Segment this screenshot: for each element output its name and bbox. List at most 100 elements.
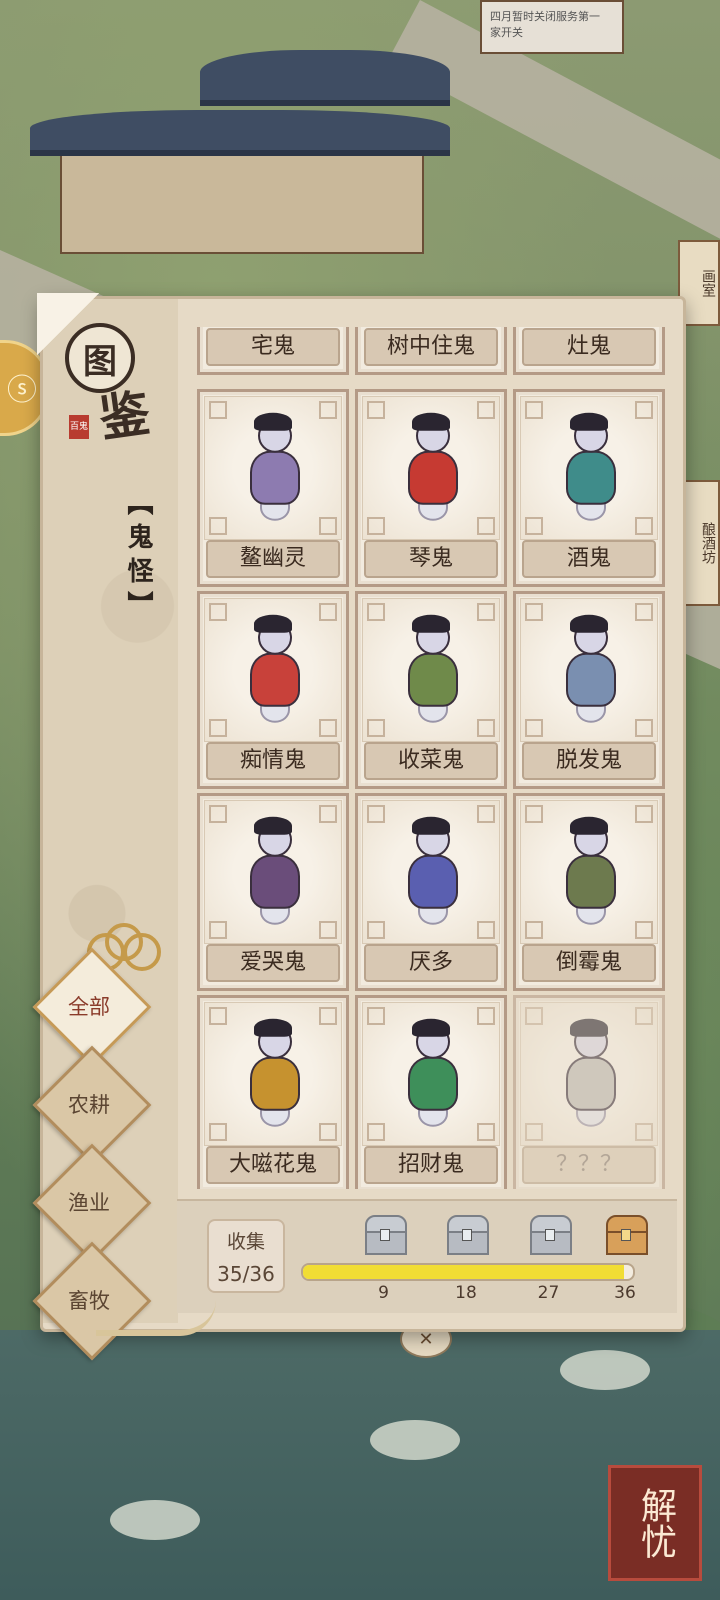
frame-corner xyxy=(635,401,653,419)
frame-corner xyxy=(367,517,385,535)
reed-bush xyxy=(560,1350,650,1390)
card-name: 大嗞花鬼 xyxy=(206,1146,340,1184)
card-name: 鳌幽灵 xyxy=(206,540,340,578)
card-portrait-frame xyxy=(362,1002,500,1146)
gold-chest-icon[interactable] xyxy=(606,1215,648,1255)
sign-house[interactable]: 四月暂时关闭服务第一家开关 xyxy=(440,0,640,60)
filter-tab-label[interactable]: 渔业 xyxy=(24,1187,154,1217)
filter-tab-label[interactable]: 全部 xyxy=(24,991,154,1021)
frame-corner xyxy=(635,1123,653,1141)
frame-corner xyxy=(477,517,495,535)
frame-corner xyxy=(209,401,227,419)
frame-corner xyxy=(635,1007,653,1025)
codex-card[interactable]: 招财鬼 xyxy=(355,995,507,1189)
card-portrait-frame xyxy=(362,800,500,944)
card-name: 厌多 xyxy=(364,944,498,982)
silhouette-icon xyxy=(544,1017,634,1127)
codex-card[interactable]: 痴情鬼 xyxy=(197,591,349,789)
frame-corner xyxy=(525,1123,543,1141)
logo-char-2: 鉴 xyxy=(95,384,154,449)
codex-card[interactable]: 鳌幽灵 xyxy=(197,389,349,587)
card-name: 灶鬼 xyxy=(522,328,656,366)
frame-corner xyxy=(367,805,385,823)
category-title: 【鬼怪】 xyxy=(123,489,153,625)
card-portrait-frame xyxy=(204,598,342,742)
frame-corner xyxy=(477,719,495,737)
card-portrait-frame xyxy=(204,1002,342,1146)
frame-corner xyxy=(319,921,337,939)
frame-corner xyxy=(209,603,227,621)
frame-corner xyxy=(635,517,653,535)
collection-bar: 收集 35/36 9 18 27 36 xyxy=(177,1199,677,1313)
frame-corner xyxy=(319,401,337,419)
locked-codex-card[interactable]: ？？？ xyxy=(513,995,665,1189)
card-portrait-frame xyxy=(204,396,342,540)
codex-card[interactable]: 灶鬼 xyxy=(513,327,665,375)
codex-card[interactable]: 琴鬼 xyxy=(355,389,507,587)
frame-corner xyxy=(367,1007,385,1025)
frame-corner xyxy=(367,1123,385,1141)
frame-corner xyxy=(477,1123,495,1141)
frame-corner xyxy=(635,805,653,823)
card-name: 倒霉鬼 xyxy=(522,944,656,982)
reed-bush xyxy=(370,1420,460,1460)
logo-seal: 百鬼 xyxy=(69,415,89,439)
frame-corner xyxy=(367,719,385,737)
milestone-value: 36 xyxy=(614,1283,636,1303)
card-name: 树中住鬼 xyxy=(364,328,498,366)
card-name: ？？？ xyxy=(522,1146,656,1184)
frame-corner xyxy=(525,603,543,621)
ghost-portrait-icon xyxy=(228,411,318,521)
ghost-portrait-icon xyxy=(544,815,634,925)
card-name: 收菜鬼 xyxy=(364,742,498,780)
codex-card[interactable]: 大嗞花鬼 xyxy=(197,995,349,1189)
frame-corner xyxy=(209,517,227,535)
collection-count: 35/36 xyxy=(217,1262,275,1286)
codex-card[interactable]: 收菜鬼 xyxy=(355,591,507,789)
frame-corner xyxy=(525,1007,543,1025)
frame-corner xyxy=(367,603,385,621)
codex-card[interactable]: 厌多 xyxy=(355,793,507,991)
frame-corner xyxy=(635,719,653,737)
temple-building[interactable] xyxy=(20,40,470,270)
codex-card[interactable]: 酒鬼 xyxy=(513,389,665,587)
card-name: 脱发鬼 xyxy=(522,742,656,780)
ghost-portrait-icon xyxy=(386,815,476,925)
silver-chest-icon[interactable] xyxy=(447,1215,489,1255)
frame-corner xyxy=(525,517,543,535)
frame-corner xyxy=(319,805,337,823)
frame-corner xyxy=(477,1007,495,1025)
codex-card[interactable]: 爱哭鬼 xyxy=(197,793,349,991)
card-grid[interactable]: 宅鬼 树中住鬼 灶鬼鳌幽灵 琴鬼 酒鬼痴情鬼 收菜鬼 脱发鬼爱哭鬼 厌多 倒霉鬼大嗞花鬼 招财鬼 ？… xyxy=(177,327,673,1189)
milestone-value: 9 xyxy=(378,1283,389,1303)
frame-corner xyxy=(525,719,543,737)
ghost-portrait-icon xyxy=(228,1017,318,1127)
ghost-portrait-icon xyxy=(544,411,634,521)
frame-corner xyxy=(319,517,337,535)
frame-corner xyxy=(319,719,337,737)
codex-card[interactable]: 树中住鬼 xyxy=(355,327,507,375)
codex-card[interactable]: 宅鬼 xyxy=(197,327,349,375)
codex-card[interactable]: 脱发鬼 xyxy=(513,591,665,789)
ribbon-decoration xyxy=(96,1300,216,1336)
jieyou-button[interactable]: 解忧 xyxy=(608,1465,702,1581)
silver-chest-icon[interactable] xyxy=(364,1215,407,1255)
sign-text: 四月暂时关闭服务第一家开关 xyxy=(490,10,600,39)
frame-corner xyxy=(319,603,337,621)
card-name: 酒鬼 xyxy=(522,540,656,578)
frame-corner xyxy=(525,805,543,823)
frame-corner xyxy=(635,921,653,939)
card-name: 宅鬼 xyxy=(206,328,340,366)
codex-panel: 图 鉴 百鬼 【鬼怪】 宅鬼 树中住鬼 灶鬼 鳌幽灵 琴鬼 酒鬼 痴情鬼 收菜鬼 脱发鬼 爱哭鬼厌… xyxy=(37,293,686,1332)
frame-corner xyxy=(635,603,653,621)
ghost-portrait-icon xyxy=(386,1017,476,1127)
ghost-portrait-icon xyxy=(228,815,318,925)
collection-label: 收集 xyxy=(226,1231,265,1253)
silver-chest-icon[interactable] xyxy=(529,1215,572,1255)
filter-tab-label[interactable]: 农耕 xyxy=(24,1089,154,1119)
frame-corner xyxy=(525,921,543,939)
frame-corner xyxy=(477,921,495,939)
frame-corner xyxy=(209,719,227,737)
codex-card[interactable]: 倒霉鬼 xyxy=(513,793,665,991)
frame-corner xyxy=(209,1123,227,1141)
